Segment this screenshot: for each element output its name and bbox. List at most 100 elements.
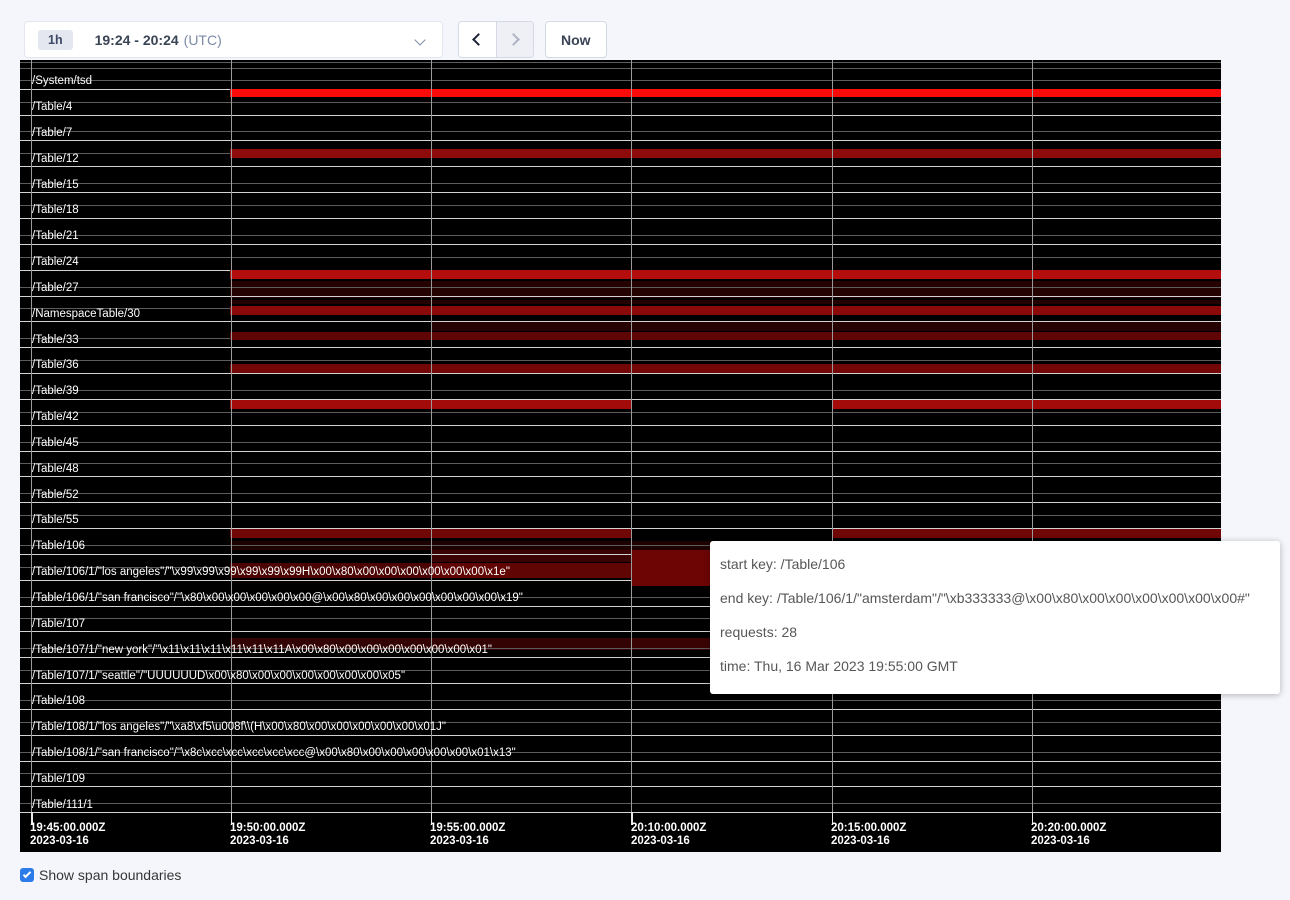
tooltip-start-key: start key: /Table/106 bbox=[720, 547, 1266, 581]
x-axis-tick-label: 19:55:00.000Z2023-03-16 bbox=[430, 822, 505, 848]
row-label: /Table/52 bbox=[32, 489, 79, 502]
span-boundary-line bbox=[20, 296, 1221, 297]
span-boundary-line bbox=[20, 493, 1221, 494]
row-label: /Table/55 bbox=[32, 514, 79, 527]
row-label: /Table/107/1/"new york"/"\x11\x11\x11\x1… bbox=[32, 644, 492, 657]
tooltip-end-key: end key: /Table/106/1/"amsterdam"/"\xb33… bbox=[720, 581, 1266, 615]
x-axis-tick-label: 20:15:00.000Z2023-03-16 bbox=[831, 822, 906, 848]
row-label: /Table/39 bbox=[32, 385, 79, 398]
heat-band bbox=[832, 529, 1222, 538]
row-label: /Table/15 bbox=[32, 179, 79, 192]
span-boundary-line bbox=[20, 412, 1221, 413]
span-boundary-line bbox=[20, 102, 1221, 103]
span-boundary-line bbox=[20, 244, 1221, 245]
span-boundary-line bbox=[20, 80, 1221, 81]
span-boundary-line bbox=[20, 502, 1221, 503]
span-boundary-line bbox=[20, 390, 1221, 391]
heat-band bbox=[230, 89, 1221, 98]
prev-range-button[interactable] bbox=[459, 22, 496, 57]
span-boundary-line bbox=[20, 62, 1221, 63]
span-boundary-line bbox=[20, 786, 1221, 787]
row-label: /Table/42 bbox=[32, 411, 79, 424]
span-boundary-line bbox=[20, 373, 1221, 374]
time-bucket-boundary-line bbox=[231, 60, 232, 816]
row-label: /Table/18 bbox=[32, 204, 79, 217]
heat-band bbox=[230, 332, 1221, 341]
time-range-selector[interactable]: 1h 19:24 - 20:24 (UTC) bbox=[24, 21, 443, 58]
time-nav-group bbox=[458, 21, 534, 58]
span-boundary-line bbox=[20, 218, 1221, 219]
span-boundary-line bbox=[20, 360, 1221, 361]
row-label: /Table/48 bbox=[32, 463, 79, 476]
show-span-boundaries-row: Show span boundaries bbox=[20, 867, 181, 883]
heat-band bbox=[230, 149, 1221, 158]
span-boundary-line bbox=[20, 812, 1221, 813]
span-boundary-line bbox=[20, 192, 1221, 193]
span-boundary-line bbox=[20, 321, 1221, 322]
row-label: /Table/107 bbox=[32, 618, 85, 631]
row-label: /Table/45 bbox=[32, 437, 79, 450]
span-boundary-line bbox=[20, 761, 1221, 762]
show-span-boundaries-label: Show span boundaries bbox=[39, 867, 181, 883]
key-visualizer-canvas[interactable]: /System/tsd/Table/4/Table/7/Table/12/Tab… bbox=[20, 60, 1221, 852]
toolbar: 1h 19:24 - 20:24 (UTC) Now bbox=[0, 0, 1290, 60]
range-text: 19:24 - 20:24 bbox=[95, 32, 179, 48]
heat-band bbox=[431, 322, 1222, 332]
checkmark-icon bbox=[22, 869, 30, 877]
span-boundary-line bbox=[20, 183, 1221, 184]
row-label: /System/tsd bbox=[32, 75, 92, 88]
row-label: /Table/27 bbox=[32, 282, 79, 295]
span-boundary-line bbox=[20, 115, 1221, 116]
row-label: /Table/4 bbox=[32, 101, 72, 114]
heat-band bbox=[230, 306, 1221, 315]
time-bucket-boundary-line bbox=[832, 60, 833, 816]
span-boundary-line bbox=[20, 257, 1221, 258]
row-label: /Table/108 bbox=[32, 695, 85, 708]
row-label: /Table/21 bbox=[32, 230, 79, 243]
span-boundary-line bbox=[20, 773, 1221, 774]
span-boundary-line bbox=[20, 347, 1221, 348]
heat-band bbox=[431, 550, 632, 562]
time-bucket-boundary-line bbox=[431, 60, 432, 816]
tooltip-time: time: Thu, 16 Mar 2023 19:55:00 GMT bbox=[720, 649, 1266, 683]
hover-tooltip: start key: /Table/106 end key: /Table/10… bbox=[710, 541, 1280, 694]
chevron-down-icon bbox=[414, 34, 425, 45]
show-span-boundaries-checkbox[interactable] bbox=[20, 868, 34, 882]
span-boundary-line bbox=[20, 709, 1221, 710]
span-boundary-line bbox=[20, 442, 1221, 443]
span-boundary-line bbox=[20, 515, 1221, 516]
span-boundary-line bbox=[20, 205, 1221, 206]
row-label: /NamespaceTable/30 bbox=[32, 308, 140, 321]
heat-band bbox=[230, 270, 1221, 280]
row-label: /Table/106 bbox=[32, 540, 85, 553]
row-label: /Table/33 bbox=[32, 334, 79, 347]
row-label: /Table/36 bbox=[32, 359, 79, 372]
span-boundary-line bbox=[20, 140, 1221, 141]
span-boundary-line bbox=[20, 68, 1221, 69]
row-label: /Table/109 bbox=[32, 773, 85, 786]
heat-band bbox=[230, 364, 1221, 373]
span-boundary-line bbox=[20, 131, 1221, 132]
x-axis-tick-label: 20:20:00.000Z2023-03-16 bbox=[1031, 822, 1106, 848]
time-bucket-boundary-line bbox=[1032, 60, 1033, 816]
span-boundary-line bbox=[20, 425, 1221, 426]
x-axis-tick-label: 19:50:00.000Z2023-03-16 bbox=[230, 822, 305, 848]
row-label: /Table/108/1/"san francisco"/"\x8c\xcc\x… bbox=[32, 747, 516, 760]
row-label: /Table/108/1/"los angeles"/"\xa8\xf5\u00… bbox=[32, 721, 446, 734]
next-range-button[interactable] bbox=[496, 22, 533, 57]
range-timezone: (UTC) bbox=[184, 32, 222, 48]
span-boundary-line bbox=[20, 451, 1221, 452]
span-boundary-line bbox=[20, 235, 1221, 236]
span-boundary-line bbox=[20, 476, 1221, 477]
row-label: /Table/106/1/"los angeles"/"\x99\x99\x99… bbox=[32, 566, 510, 579]
span-boundary-line bbox=[20, 735, 1221, 736]
now-button[interactable]: Now bbox=[545, 21, 607, 58]
span-boundary-line bbox=[20, 463, 1221, 464]
span-boundary-line bbox=[20, 700, 1221, 701]
span-boundary-line bbox=[20, 803, 1221, 804]
tooltip-requests: requests: 28 bbox=[720, 615, 1266, 649]
time-bucket-boundary-line bbox=[631, 60, 632, 816]
x-axis-tick-label: 20:10:00.000Z2023-03-16 bbox=[631, 822, 706, 848]
row-label: /Table/107/1/"seattle"/"UUUUUUD\x00\x80\… bbox=[32, 670, 405, 683]
chevron-right-icon bbox=[507, 33, 520, 46]
